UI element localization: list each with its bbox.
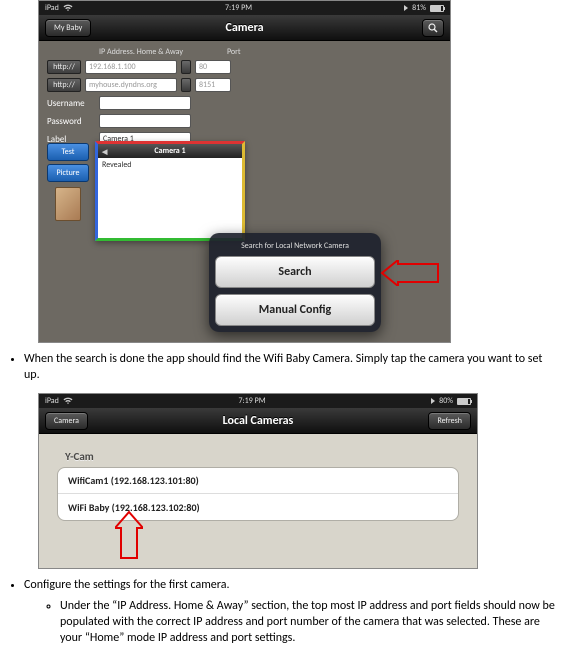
sheet-title: Search for Local Network Camera [215,239,375,256]
navbar: My Baby Camera [39,15,450,41]
manual-config-button[interactable]: Manual Config [215,294,375,326]
ip-stepper-2[interactable] [181,78,191,92]
play-icon-2 [431,398,435,404]
status-time: 7:19 PM [73,3,404,13]
wifi-icon-2 [63,397,73,405]
picture-button[interactable]: Picture [47,164,89,182]
side-buttons: Test Picture [47,143,89,182]
http-scheme-2[interactable]: http:// [47,78,81,92]
password-label: Password [47,116,95,127]
camera-thumbnail[interactable] [55,187,81,221]
status-bar: iPad 7:19 PM 81% [39,1,450,15]
port-field-2[interactable]: 8151 [195,78,231,92]
ip-header: IP Address. Home & Away [99,47,183,57]
refresh-label: Refresh [437,416,462,426]
preview-title: Camera 1 [98,144,242,158]
ip-field-2[interactable]: myhouse.dyndns.org [85,78,177,92]
camera-row-1[interactable]: WifiCam1 (192.168.123.101:80) [58,468,458,494]
annotation-arrow-search [380,260,440,290]
battery-icon [430,5,444,12]
battery-percent-2: 80% [439,396,453,406]
annotation-arrow-wifibaby [115,510,143,564]
ip-field-1[interactable]: 192.168.1.100 [85,60,177,74]
group-title: Y-Cam [57,448,459,467]
username-field[interactable] [99,96,191,110]
password-field[interactable] [99,114,191,128]
bullet-search-done: When the search is done the app should f… [24,351,560,383]
wifi-icon [63,4,73,12]
bullet-configure: Configure the settings for the first cam… [24,577,560,646]
test-button[interactable]: Test [47,143,89,161]
screenshot-local-cameras: iPad 7:19 PM 80% Camera Local Cameras Re… [38,393,478,569]
doc-text-1: When the search is done the app should f… [24,351,560,383]
back-button-2[interactable]: Camera [45,412,88,430]
carrier-label: iPad [45,3,59,13]
battery-percent: 81% [412,3,426,13]
action-sheet: Search for Local Network Camera Search M… [209,233,381,332]
ip-stepper-1[interactable] [181,60,191,74]
search-icon [428,23,438,33]
doc-text-2: Configure the settings for the first cam… [24,577,560,646]
screenshot-camera-config: iPad 7:19 PM 81% My Baby Camera IP Addre… [38,0,451,343]
username-label: Username [47,98,95,109]
refresh-button[interactable]: Refresh [428,412,471,430]
battery-icon-2 [457,398,471,405]
http-scheme-1[interactable]: http:// [47,60,81,74]
port-header: Port [227,47,241,57]
page-title: Camera [39,21,450,35]
back-button[interactable]: My Baby [45,19,91,37]
camera-list: Y-Cam WifiCam1 (192.168.123.101:80) WiFi… [39,434,477,535]
bullet-configure-text: Configure the settings for the first cam… [24,578,229,592]
navbar-2: Camera Local Cameras Refresh [39,408,477,434]
status-time-2: 7:19 PM [73,396,431,406]
search-nav-button[interactable] [422,19,444,37]
preview-status: Revealed [98,158,242,172]
status-bar-2: iPad 7:19 PM 80% [39,394,477,408]
page-title-2: Local Cameras [39,414,477,428]
carrier-label-2: iPad [45,396,59,406]
search-button[interactable]: Search [215,256,375,288]
preview-window: Camera 1 Revealed [95,141,245,241]
back-label-2: Camera [54,416,79,426]
back-label: My Baby [54,23,82,33]
sub-bullet-ip-section: Under the “IP Address. Home & Away” sect… [60,598,560,647]
port-field-1[interactable]: 80 [195,60,231,74]
play-icon [404,5,408,11]
